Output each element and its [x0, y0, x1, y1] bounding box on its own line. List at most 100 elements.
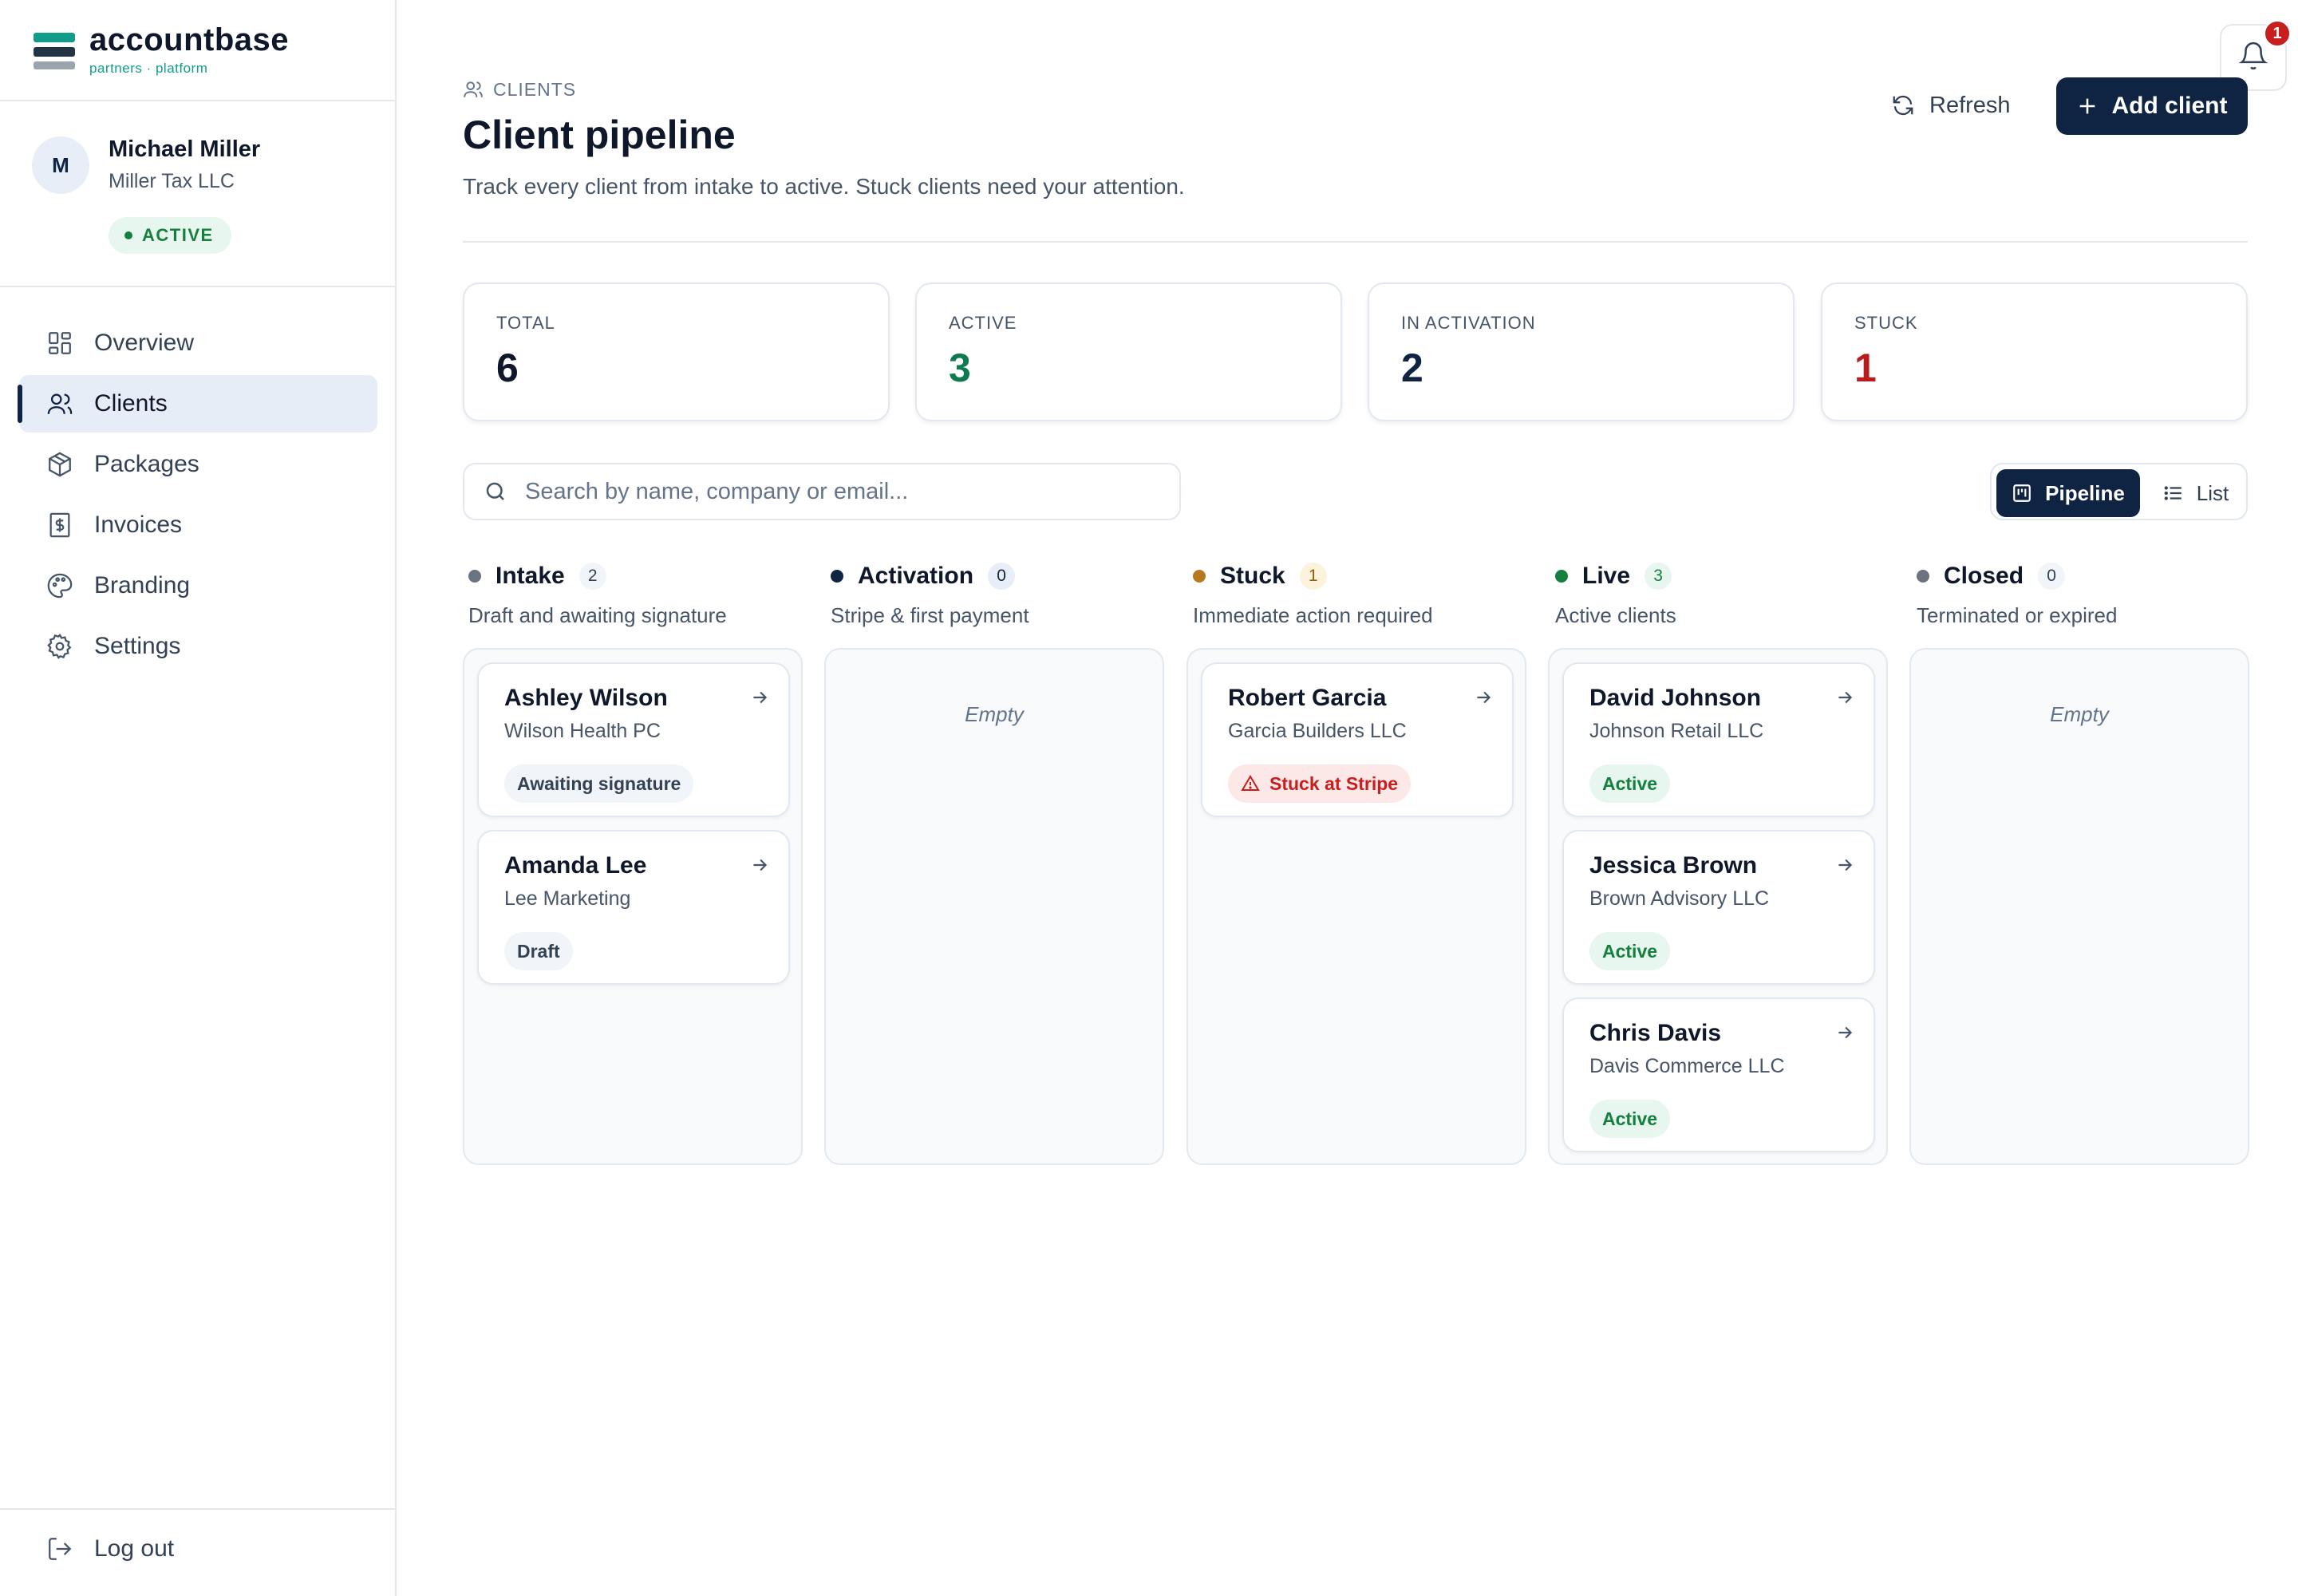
- status-dot-icon: [468, 570, 481, 583]
- dollar-receipt-icon: [45, 510, 75, 540]
- stat-label: IN ACTIVATION: [1401, 313, 1536, 333]
- view-list-button[interactable]: List: [2150, 469, 2242, 517]
- arrow-right-icon[interactable]: [1832, 685, 1858, 710]
- notification-count-badge: 1: [2263, 19, 2292, 48]
- user-card: M Michael Miller Miller Tax LLC ACTIVE: [0, 101, 397, 287]
- search-icon: [484, 479, 509, 504]
- add-client-button[interactable]: Add client: [2056, 77, 2248, 135]
- column-description: Immediate action required: [1193, 603, 1433, 627]
- view-list-label: List: [2196, 480, 2229, 505]
- kanban-icon: [2012, 482, 2034, 504]
- client-name: Ashley Wilson: [504, 685, 668, 711]
- arrow-right-icon[interactable]: [1832, 852, 1858, 878]
- page-title: Client pipeline: [463, 113, 736, 157]
- stat-label: TOTAL: [496, 313, 555, 333]
- client-company: Johnson Retail LLC: [1589, 720, 1764, 742]
- column-description: Stripe & first payment: [831, 603, 1029, 627]
- status-dot-icon: [1193, 570, 1206, 583]
- stat-label: STUCK: [1854, 313, 1918, 333]
- column-title: Activation: [858, 563, 974, 589]
- sidebar-item-label: Packages: [94, 451, 199, 477]
- search-box: [463, 463, 1181, 520]
- column-description: Draft and awaiting signature: [468, 603, 727, 627]
- column-count: 0: [988, 563, 1016, 590]
- palette-icon: [45, 571, 75, 601]
- users-icon: [45, 389, 75, 419]
- stat-value: 3: [949, 346, 971, 390]
- client-card[interactable]: Robert Garcia Garcia Builders LLC Stuck …: [1201, 662, 1514, 817]
- stat-label: ACTIVE: [949, 313, 1017, 333]
- header-divider: [463, 241, 2248, 243]
- logout-label: Log out: [94, 1535, 175, 1562]
- column-header-activation: Activation 0: [831, 559, 1016, 594]
- sidebar-item-label: Clients: [94, 390, 168, 417]
- arrow-right-icon[interactable]: [747, 685, 772, 710]
- status-badge: Active: [1589, 1100, 1671, 1138]
- users-icon: [463, 78, 485, 101]
- stat-value: 1: [1854, 346, 1877, 390]
- sidebar-item-label: Branding: [94, 572, 191, 598]
- client-name: David Johnson: [1589, 685, 1762, 711]
- column-intake: Ashley Wilson Wilson Health PC Awaiting …: [463, 648, 803, 1165]
- client-card[interactable]: Amanda Lee Lee Marketing Draft: [477, 830, 790, 985]
- status-dot-icon: [1917, 570, 1929, 583]
- logout-button[interactable]: Log out: [45, 1534, 174, 1564]
- empty-state: Empty: [965, 702, 1024, 726]
- column-title: Closed: [1944, 563, 2024, 589]
- user-name: Michael Miller: [109, 136, 261, 162]
- breadcrumb: CLIENTS: [463, 78, 576, 101]
- sidebar-item-label: Settings: [94, 633, 181, 659]
- arrow-right-icon[interactable]: [747, 852, 772, 878]
- stat-card-active: ACTIVE 3: [915, 282, 1342, 421]
- view-pipeline-button[interactable]: Pipeline: [1996, 469, 2140, 517]
- sidebar-item-invoices[interactable]: Invoices: [19, 496, 377, 554]
- client-card[interactable]: Chris Davis Davis Commerce LLC Active: [1562, 998, 1875, 1152]
- search-input[interactable]: [525, 478, 1147, 505]
- column-count: 3: [1645, 563, 1672, 590]
- status-badge: Active: [1589, 932, 1671, 970]
- bell-icon: [2238, 41, 2268, 75]
- sidebar-item-branding[interactable]: Branding: [19, 557, 377, 614]
- column-count: 2: [578, 563, 606, 590]
- column-title: Live: [1582, 563, 1631, 589]
- column-stuck: Robert Garcia Garcia Builders LLC Stuck …: [1187, 648, 1526, 1165]
- column-live: David Johnson Johnson Retail LLC Active …: [1548, 648, 1888, 1165]
- status-badge: Stuck at Stripe: [1228, 764, 1412, 803]
- grid-icon: [45, 328, 75, 358]
- arrow-right-icon[interactable]: [1471, 685, 1496, 710]
- logo[interactable]: accountbase partners · platform: [0, 0, 395, 101]
- status-badge: Draft: [504, 932, 573, 970]
- avatar: M: [32, 136, 89, 194]
- page-subtitle: Track every client from intake to active…: [463, 174, 1185, 199]
- status-dot-icon: [1555, 570, 1568, 583]
- refresh-icon: [1891, 92, 1918, 119]
- client-card[interactable]: Jessica Brown Brown Advisory LLC Active: [1562, 830, 1875, 985]
- status-dot-icon: [831, 570, 843, 583]
- client-company: Garcia Builders LLC: [1228, 720, 1407, 742]
- client-company: Lee Marketing: [504, 887, 631, 910]
- sidebar-item-label: Invoices: [94, 512, 183, 538]
- stat-card-in-activation: IN ACTIVATION 2: [1368, 282, 1795, 421]
- sidebar: accountbase partners · platform M Michae…: [0, 0, 397, 1596]
- status-badge-label: Stuck at Stripe: [1269, 772, 1399, 794]
- user-company: Miller Tax LLC: [109, 170, 235, 192]
- client-card[interactable]: Ashley Wilson Wilson Health PC Awaiting …: [477, 662, 790, 817]
- stat-value: 2: [1401, 346, 1423, 390]
- status-dot-icon: [124, 231, 132, 239]
- sidebar-item-clients[interactable]: Clients: [18, 375, 377, 433]
- client-name: Amanda Lee: [504, 852, 647, 879]
- logout-area: Log out: [0, 1508, 397, 1596]
- client-name: Robert Garcia: [1228, 685, 1387, 711]
- sidebar-item-settings[interactable]: Settings: [19, 618, 377, 675]
- plus-icon: [2076, 94, 2100, 118]
- client-card[interactable]: David Johnson Johnson Retail LLC Active: [1562, 662, 1875, 817]
- sidebar-item-packages[interactable]: Packages: [19, 436, 377, 493]
- refresh-button[interactable]: Refresh: [1891, 83, 2011, 128]
- sidebar-item-overview[interactable]: Overview: [19, 314, 377, 372]
- brand-name: accountbase: [89, 22, 290, 57]
- stat-card-stuck: STUCK 1: [1821, 282, 2248, 421]
- client-company: Brown Advisory LLC: [1589, 887, 1770, 910]
- arrow-right-icon[interactable]: [1832, 1020, 1858, 1045]
- gear-icon: [45, 631, 75, 662]
- column-header-live: Live 3: [1555, 559, 1672, 594]
